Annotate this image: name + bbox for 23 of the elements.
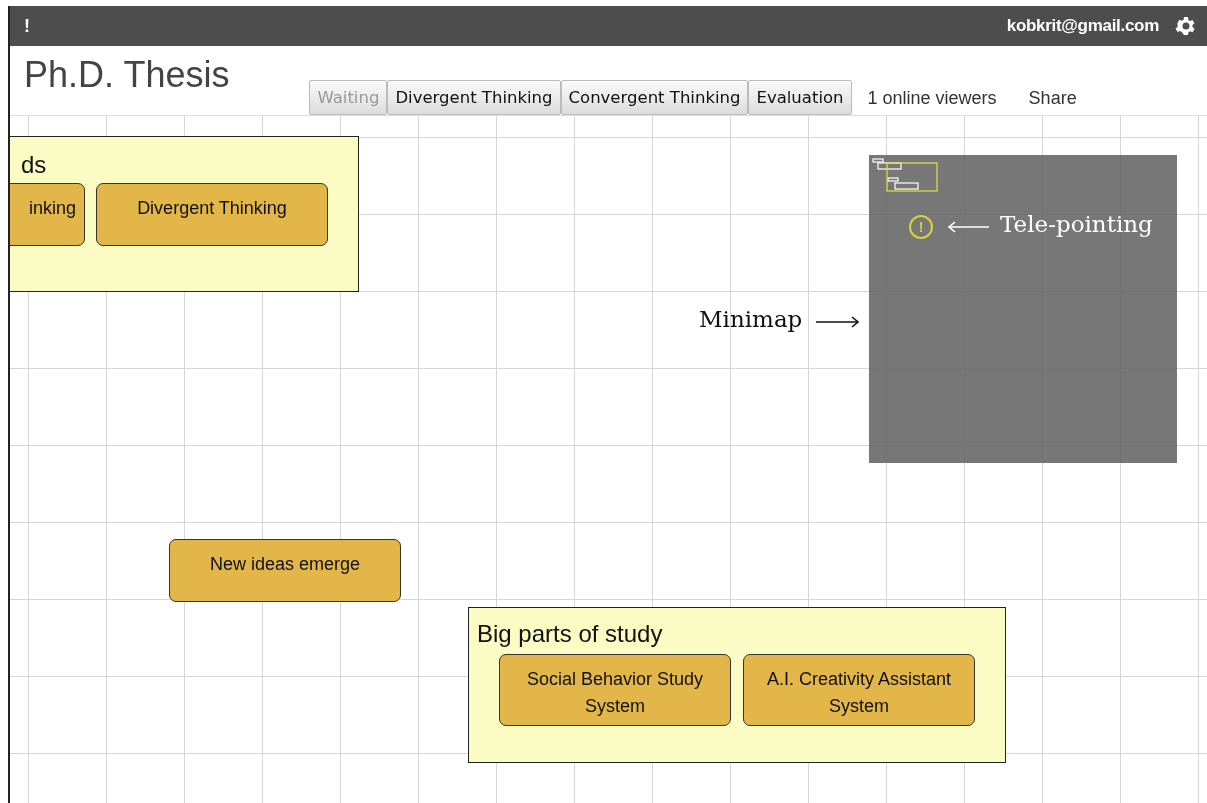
viewer-count: 1 online viewers [867, 88, 997, 109]
settings-icon[interactable] [1173, 14, 1197, 38]
group-title: Big parts of study [477, 620, 663, 648]
group-card[interactable]: Big parts of study Social Behavior Study System A.I. Creativity Assistant System [468, 607, 1006, 763]
board-title: Ph.D. Thesis [24, 54, 230, 96]
phase-tab[interactable]: Divergent Thinking [387, 80, 561, 115]
arrow [815, 316, 859, 328]
group-title: ds [21, 151, 47, 179]
idea-node[interactable]: New ideas emerge [169, 539, 401, 602]
share-link[interactable]: Share [1028, 88, 1077, 109]
annotation-label: Minimap [699, 306, 803, 332]
tele-pointer: ! [909, 215, 933, 239]
idea-node[interactable]: inking [10, 183, 85, 246]
arrow [948, 221, 990, 233]
annotation-label: Tele-pointing [1000, 211, 1153, 237]
user-email: kobkrit@gmail.com [1006, 16, 1159, 36]
idea-node[interactable]: A.I. Creativity Assistant System [743, 654, 975, 726]
idea-node[interactable]: Divergent Thinking [96, 183, 328, 246]
app-mark[interactable]: ! [24, 15, 30, 37]
idea-node[interactable]: Social Behavior Study System [499, 654, 731, 726]
phase-tab[interactable]: Convergent Thinking [560, 80, 749, 115]
phase-tab[interactable]: Evaluation [748, 80, 852, 115]
group-card[interactable]: ds inking Divergent Thinking [10, 136, 359, 292]
